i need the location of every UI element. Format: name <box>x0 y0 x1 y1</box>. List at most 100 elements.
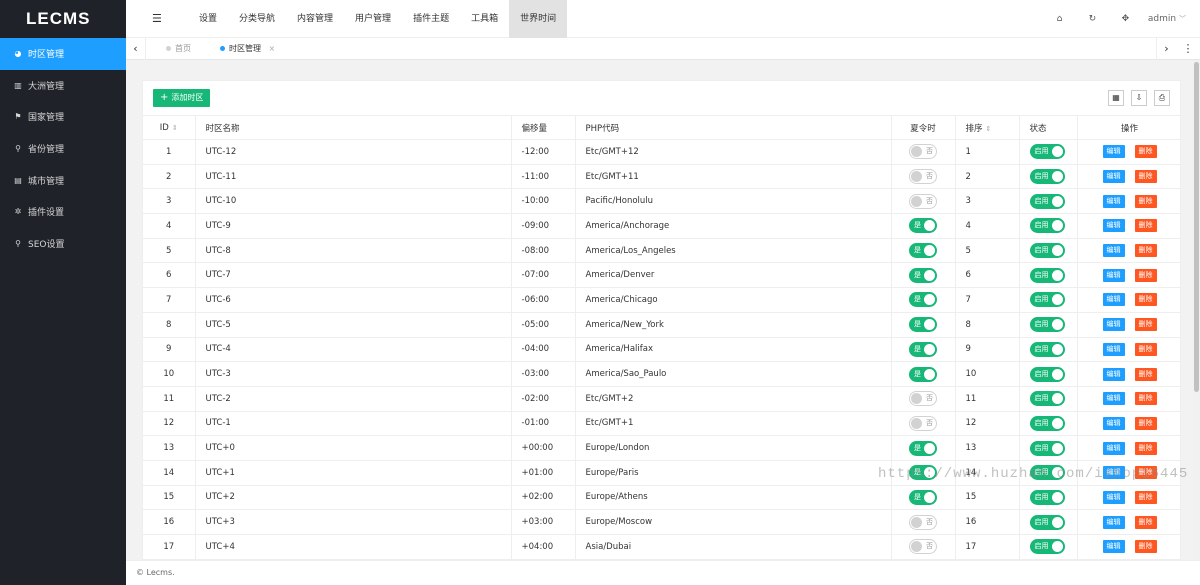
tab-home[interactable]: 首页 <box>166 38 191 60</box>
delete-button[interactable]: 删除 <box>1134 392 1157 406</box>
edit-button[interactable]: 编辑 <box>1102 392 1125 406</box>
delete-button[interactable]: 删除 <box>1134 293 1157 307</box>
edit-button[interactable]: 编辑 <box>1102 268 1125 282</box>
status-switch[interactable]: 启用 <box>1029 366 1065 382</box>
dst-switch[interactable]: 否 <box>909 391 937 407</box>
dst-switch[interactable]: 是 <box>909 341 937 357</box>
dst-switch[interactable]: 是 <box>909 218 937 234</box>
app-logo[interactable]: LECMS <box>0 0 126 38</box>
tab-more-icon[interactable]: ⋮ <box>1178 38 1198 60</box>
nav-item-6[interactable]: 世界时间 <box>509 0 568 38</box>
delete-button[interactable]: 删除 <box>1134 318 1157 332</box>
delete-button[interactable]: 删除 <box>1134 367 1157 381</box>
nav-item-0[interactable]: 设置 <box>188 0 228 38</box>
status-switch[interactable]: 启用 <box>1029 514 1065 530</box>
status-switch[interactable]: 启用 <box>1029 144 1065 160</box>
edit-button[interactable]: 编辑 <box>1102 367 1125 381</box>
status-switch[interactable]: 启用 <box>1029 267 1065 283</box>
dst-switch[interactable]: 否 <box>909 415 937 431</box>
status-switch[interactable]: 启用 <box>1029 292 1065 308</box>
edit-button[interactable]: 编辑 <box>1102 441 1125 455</box>
edit-button[interactable]: 编辑 <box>1102 244 1125 258</box>
user-menu[interactable]: admin ﹀ <box>1148 14 1186 24</box>
tab-timezone[interactable]: 时区管理 × <box>220 38 275 60</box>
status-switch[interactable]: 启用 <box>1029 169 1065 185</box>
edit-button[interactable]: 编辑 <box>1102 490 1125 504</box>
fullscreen-icon[interactable]: ✥ <box>1109 14 1142 24</box>
dst-switch[interactable]: 是 <box>909 366 937 382</box>
export-icon[interactable]: ⇩ <box>1131 90 1147 106</box>
edit-button[interactable]: 编辑 <box>1102 293 1125 307</box>
edit-button[interactable]: 编辑 <box>1102 416 1125 430</box>
scrollbar-thumb[interactable] <box>1194 62 1199 392</box>
edit-button[interactable]: 编辑 <box>1102 318 1125 332</box>
sidebar-item-1[interactable]: ▥ 大洲管理 <box>0 70 126 102</box>
dst-switch[interactable]: 是 <box>909 243 937 259</box>
delete-button[interactable]: 删除 <box>1134 170 1157 184</box>
sidebar-item-6[interactable]: ⚲ SEO设置 <box>0 228 126 260</box>
sidebar-item-3[interactable]: ⚲ 省份管理 <box>0 133 126 165</box>
delete-button[interactable]: 删除 <box>1134 244 1157 258</box>
add-timezone-button[interactable]: + 添加时区 <box>153 89 211 107</box>
refresh-icon[interactable]: ↻ <box>1076 14 1109 24</box>
delete-button[interactable]: 删除 <box>1134 416 1157 430</box>
status-switch[interactable]: 启用 <box>1029 341 1065 357</box>
dst-switch[interactable]: 是 <box>909 440 937 456</box>
delete-button[interactable]: 删除 <box>1134 515 1157 529</box>
edit-button[interactable]: 编辑 <box>1102 515 1125 529</box>
status-switch[interactable]: 启用 <box>1029 193 1065 209</box>
edit-button[interactable]: 编辑 <box>1102 342 1125 356</box>
header-id[interactable]: ID ⇕ <box>143 115 196 140</box>
status-switch[interactable]: 启用 <box>1029 415 1065 431</box>
status-switch[interactable]: 启用 <box>1029 539 1065 555</box>
sidebar-item-0[interactable]: ◕ 时区管理 <box>0 38 126 70</box>
dst-switch[interactable]: 是 <box>909 489 937 505</box>
tab-scroll-right-icon[interactable]: › <box>1156 38 1176 60</box>
page-scrollbar[interactable] <box>1193 60 1200 560</box>
menu-toggle-icon[interactable]: ☰ <box>152 12 162 25</box>
dst-switch[interactable]: 否 <box>909 539 937 555</box>
status-switch[interactable]: 启用 <box>1029 243 1065 259</box>
delete-button[interactable]: 删除 <box>1134 540 1157 554</box>
dst-switch[interactable]: 是 <box>909 292 937 308</box>
delete-button[interactable]: 删除 <box>1134 441 1157 455</box>
edit-button[interactable]: 编辑 <box>1102 219 1125 233</box>
edit-button[interactable]: 编辑 <box>1102 170 1125 184</box>
tab-scroll-left-icon[interactable]: ‹ <box>126 38 146 60</box>
dst-switch[interactable]: 否 <box>909 514 937 530</box>
home-icon[interactable]: ⌂ <box>1043 14 1076 24</box>
status-switch[interactable]: 启用 <box>1029 391 1065 407</box>
edit-button[interactable]: 编辑 <box>1102 194 1125 208</box>
delete-button[interactable]: 删除 <box>1134 342 1157 356</box>
edit-button[interactable]: 编辑 <box>1102 145 1125 159</box>
status-switch[interactable]: 启用 <box>1029 440 1065 456</box>
nav-item-3[interactable]: 用户管理 <box>344 0 402 38</box>
status-switch[interactable]: 启用 <box>1029 317 1065 333</box>
nav-item-5[interactable]: 工具箱 <box>460 0 509 38</box>
delete-button[interactable]: 删除 <box>1134 219 1157 233</box>
nav-item-4[interactable]: 插件主题 <box>402 0 460 38</box>
sort-icon[interactable]: ⇕ <box>986 125 992 133</box>
nav-item-1[interactable]: 分类导航 <box>228 0 286 38</box>
delete-button[interactable]: 删除 <box>1134 490 1157 504</box>
sidebar-item-4[interactable]: ▤ 城市管理 <box>0 164 126 196</box>
edit-button[interactable]: 编辑 <box>1102 540 1125 554</box>
dst-switch[interactable]: 否 <box>909 169 937 185</box>
print-icon[interactable]: ⎙ <box>1154 90 1170 106</box>
delete-button[interactable]: 删除 <box>1134 268 1157 282</box>
tab-close-icon[interactable]: × <box>269 44 276 53</box>
header-sort[interactable]: 排序 ⇕ <box>955 115 1020 140</box>
dst-switch[interactable]: 是 <box>909 317 937 333</box>
status-switch[interactable]: 启用 <box>1029 489 1065 505</box>
dst-switch[interactable]: 是 <box>909 267 937 283</box>
delete-button[interactable]: 删除 <box>1134 194 1157 208</box>
dst-switch[interactable]: 否 <box>909 144 937 160</box>
columns-icon[interactable]: ▦ <box>1108 90 1124 106</box>
sort-icon[interactable]: ⇕ <box>172 124 178 132</box>
delete-button[interactable]: 删除 <box>1134 145 1157 159</box>
dst-switch[interactable]: 否 <box>909 193 937 209</box>
nav-item-2[interactable]: 内容管理 <box>286 0 344 38</box>
status-switch[interactable]: 启用 <box>1029 218 1065 234</box>
sidebar-item-2[interactable]: ⚑ 国家管理 <box>0 101 126 133</box>
sidebar-item-5[interactable]: ✲ 插件设置 <box>0 196 126 228</box>
